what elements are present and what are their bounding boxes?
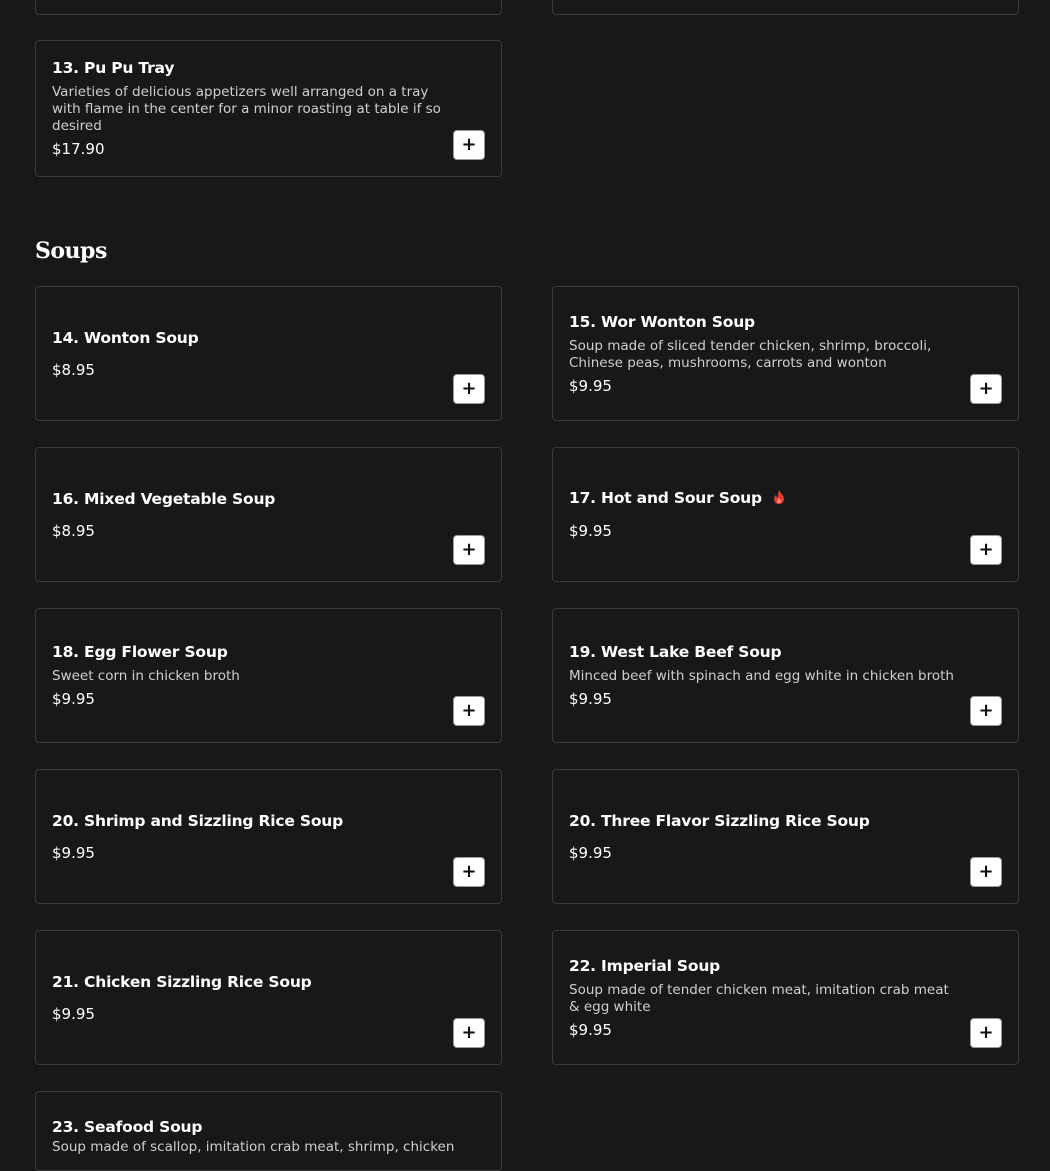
add-to-cart-button[interactable]: + (453, 696, 485, 726)
item-price: $17.90 (52, 140, 105, 158)
add-to-cart-button[interactable]: + (453, 1018, 485, 1048)
add-to-cart-button[interactable]: + (453, 374, 485, 404)
plus-icon: + (461, 133, 477, 155)
item-description: Soup made of tender chicken meat, imitat… (569, 981, 949, 1015)
menu-item-card-partial-right[interactable] (552, 0, 1019, 15)
item-price: $9.95 (52, 690, 95, 708)
menu-item-wor-wonton-soup[interactable]: 15. Wor Wonton Soup Soup made of sliced … (552, 286, 1019, 421)
add-to-cart-button[interactable]: + (453, 130, 485, 160)
menu-item-west-lake-beef-soup[interactable]: 19. West Lake Beef Soup Minced beef with… (552, 608, 1019, 743)
item-name: 20. Shrimp and Sizzling Rice Soup (52, 811, 343, 830)
add-to-cart-button[interactable]: + (970, 857, 1002, 887)
item-price: $9.95 (569, 843, 612, 862)
menu-item-seafood-soup[interactable]: 23. Seafood Soup Soup made of scallop, i… (35, 1091, 502, 1171)
menu-item-mixed-vegetable-soup[interactable]: 16. Mixed Vegetable Soup $8.95 + (35, 447, 502, 582)
item-price: $9.95 (52, 843, 95, 862)
add-to-cart-button[interactable]: + (453, 535, 485, 565)
item-name: 16. Mixed Vegetable Soup (52, 489, 276, 508)
plus-icon: + (978, 1021, 994, 1043)
item-name: 18. Egg Flower Soup (52, 643, 228, 661)
plus-icon: + (461, 538, 477, 560)
plus-icon: + (461, 1021, 477, 1043)
menu-item-shrimp-sizzling-rice-soup[interactable]: 20. Shrimp and Sizzling Rice Soup $9.95 … (35, 769, 502, 904)
item-price: $9.95 (569, 376, 612, 395)
menu-item-card-partial-left[interactable] (35, 0, 502, 15)
add-to-cart-button[interactable]: + (970, 1018, 1002, 1048)
item-description: Soup made of scallop, imitation crab mea… (52, 1139, 455, 1155)
item-description: Minced beef with spinach and egg white i… (569, 668, 954, 684)
add-to-cart-button[interactable]: + (970, 535, 1002, 565)
item-name-row: 17. Hot and Sour Soup (569, 488, 958, 509)
menu-item-egg-flower-soup[interactable]: 18. Egg Flower Soup Sweet corn in chicke… (35, 608, 502, 743)
plus-icon: + (978, 699, 994, 721)
item-name: 21. Chicken Sizzling Rice Soup (52, 972, 312, 991)
menu-item-hot-and-sour-soup[interactable]: 17. Hot and Sour Soup $9.95 + (552, 447, 1019, 582)
item-price: $9.95 (569, 690, 612, 708)
item-name: 17. Hot and Sour Soup (569, 489, 762, 508)
plus-icon: + (461, 699, 477, 721)
item-name: 19. West Lake Beef Soup (569, 643, 782, 661)
item-description: Soup made of sliced tender chicken, shri… (569, 337, 932, 371)
section-title-soups: Soups (35, 238, 107, 264)
plus-icon: + (978, 860, 994, 882)
item-name: 14. Wonton Soup (52, 328, 199, 347)
menu-item-three-flavor-sizzling-rice-soup[interactable]: 20. Three Flavor Sizzling Rice Soup $9.9… (552, 769, 1019, 904)
plus-icon: + (461, 860, 477, 882)
item-price: $9.95 (569, 521, 612, 540)
item-name: 22. Imperial Soup (569, 956, 721, 975)
item-name: 20. Three Flavor Sizzling Rice Soup (569, 811, 870, 830)
item-description: Sweet corn in chicken broth (52, 668, 240, 684)
menu-item-chicken-sizzling-rice-soup[interactable]: 21. Chicken Sizzling Rice Soup $9.95 + (35, 930, 502, 1065)
item-price: $8.95 (52, 360, 95, 379)
plus-icon: + (978, 377, 994, 399)
menu-item-wonton-soup[interactable]: 14. Wonton Soup $8.95 + (35, 286, 502, 421)
menu-item-imperial-soup[interactable]: 22. Imperial Soup Soup made of tender ch… (552, 930, 1019, 1065)
item-price: $8.95 (52, 521, 95, 540)
menu-item-pu-pu-tray[interactable]: 13. Pu Pu Tray Varieties of delicious ap… (35, 40, 502, 177)
add-to-cart-button[interactable]: + (970, 696, 1002, 726)
item-name: 23. Seafood Soup (52, 1118, 203, 1136)
plus-icon: + (461, 377, 477, 399)
plus-icon: + (978, 538, 994, 560)
item-description: Varieties of delicious appetizers well a… (52, 84, 441, 134)
item-name: 15. Wor Wonton Soup (569, 312, 755, 331)
item-price: $9.95 (52, 1004, 95, 1023)
add-to-cart-button[interactable]: + (453, 857, 485, 887)
add-to-cart-button[interactable]: + (970, 374, 1002, 404)
item-name: 13. Pu Pu Tray (52, 59, 175, 77)
item-price: $9.95 (569, 1020, 612, 1039)
flame-icon (773, 489, 785, 509)
